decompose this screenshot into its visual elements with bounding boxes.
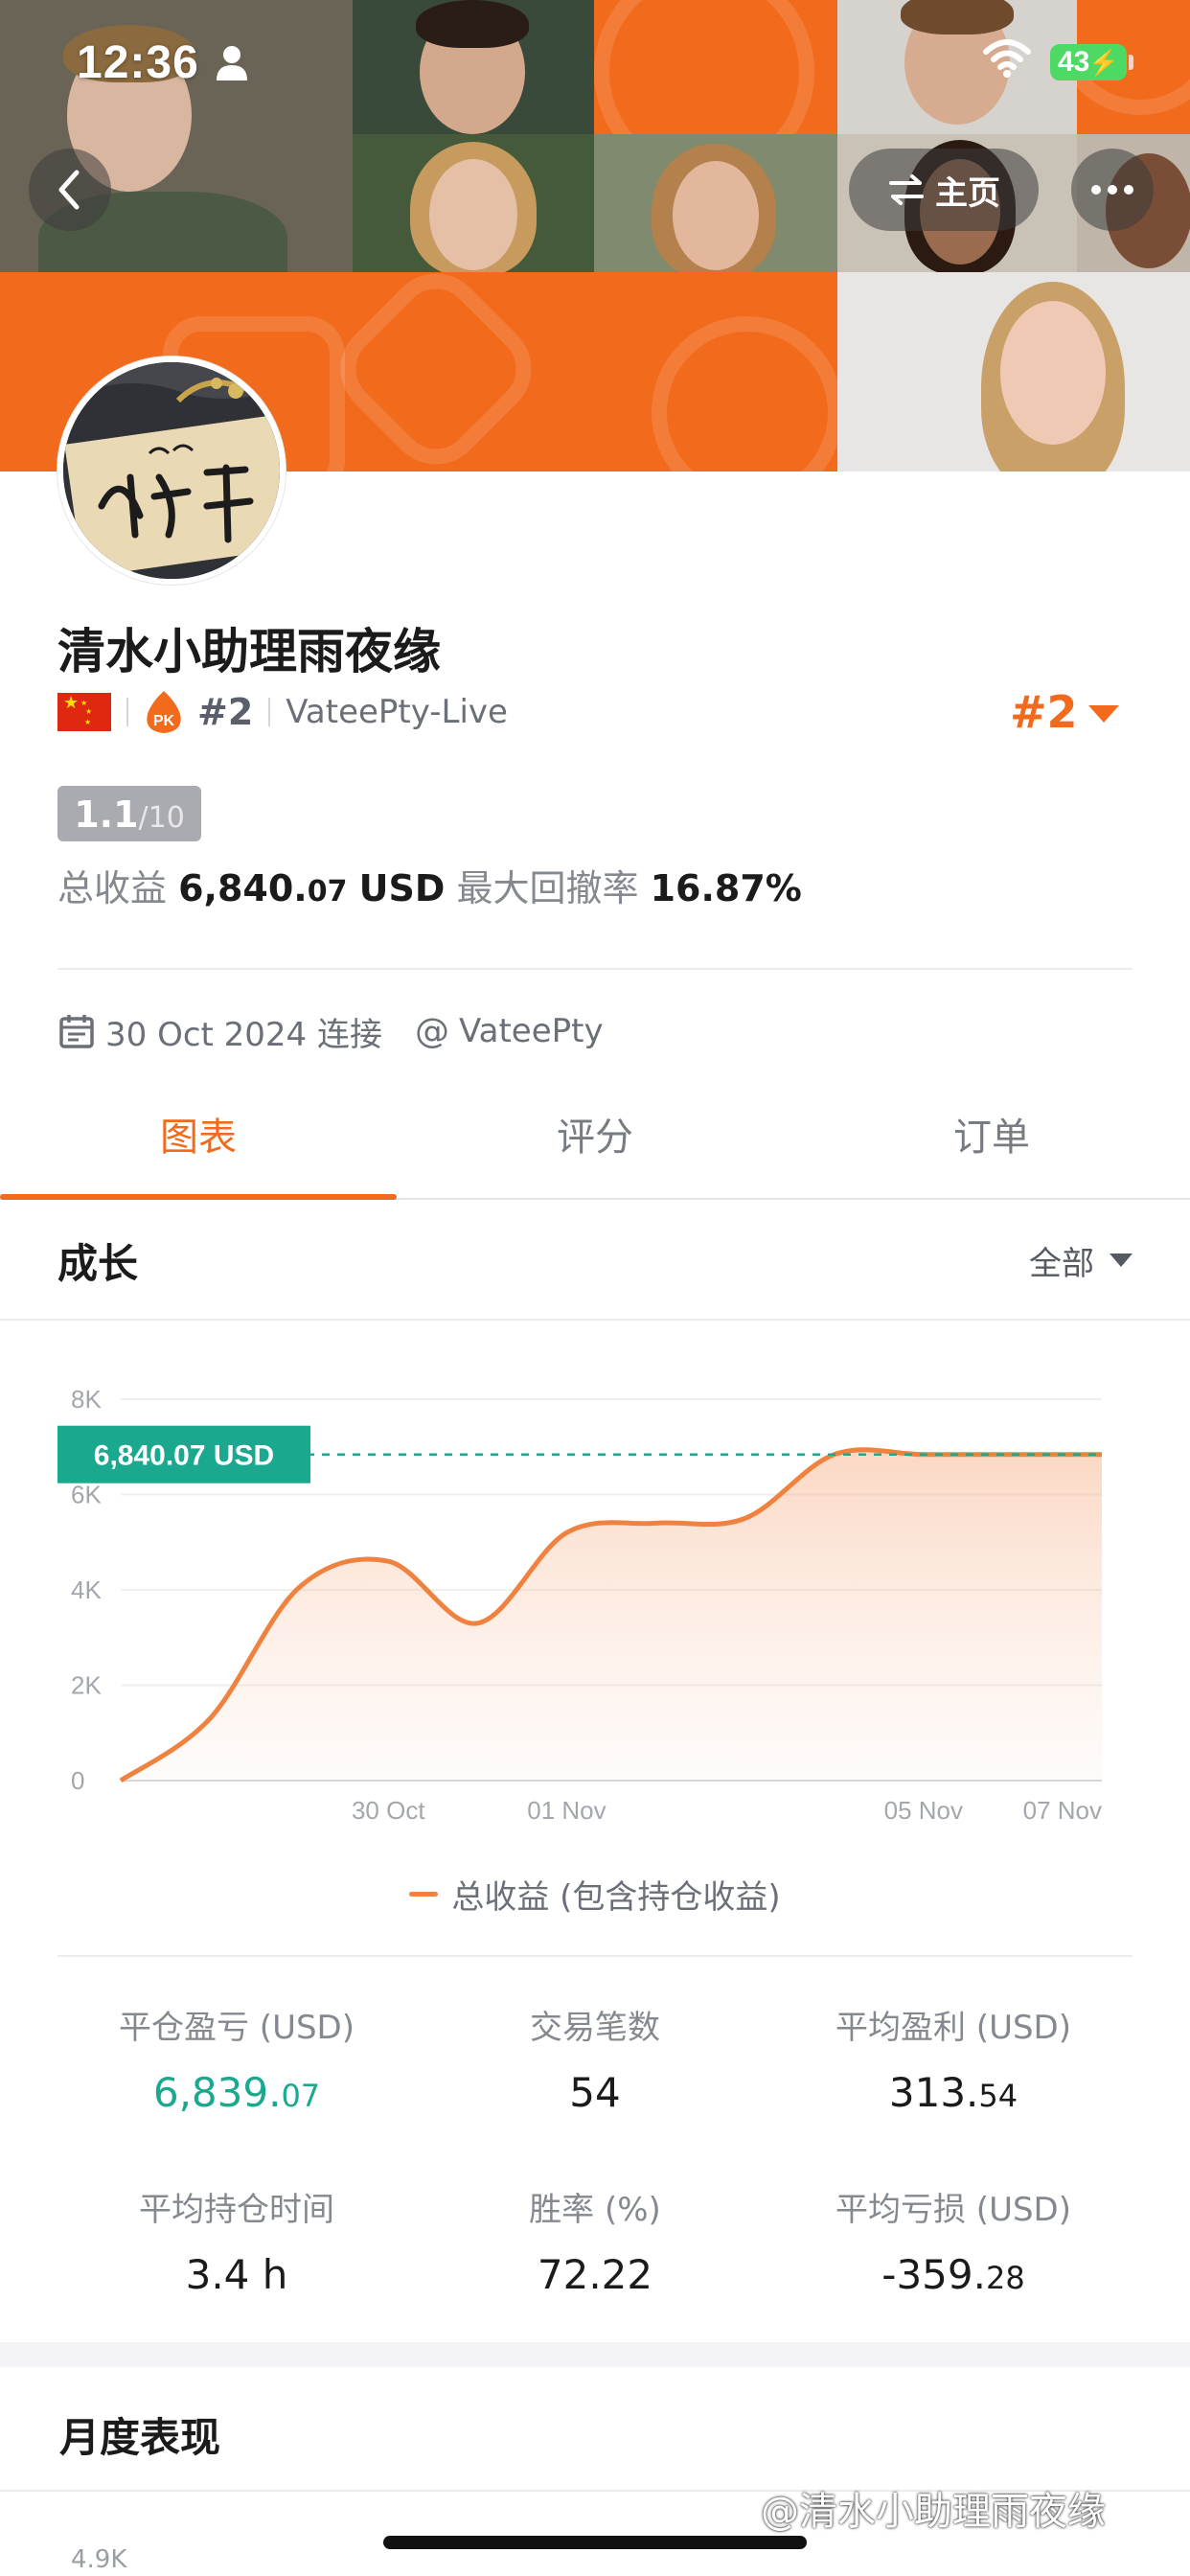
user-status-icon	[217, 46, 247, 80]
total-profit-label: 总收益	[57, 867, 168, 909]
profit-area	[121, 1449, 1102, 1781]
profile-divider	[57, 968, 1133, 970]
rank-number: #2	[197, 691, 254, 733]
charging-bolt-icon: ⚡	[1087, 48, 1119, 77]
range-filter[interactable]: 全部	[1029, 1237, 1133, 1284]
chart-legend: 总收益 (包含持仓收益)	[0, 1871, 1190, 1918]
y-tick-label: 0	[71, 1766, 84, 1795]
legend-swatch	[409, 1892, 439, 1897]
caret-down-icon	[1110, 1254, 1133, 1267]
china-flag-icon: ★ ★ ★ ★	[57, 693, 111, 731]
y-tick-label: 6K	[71, 1481, 102, 1509]
battery-level: 43	[1058, 46, 1090, 78]
avatar-calligraphy-image	[63, 362, 280, 579]
flag-star: ★	[63, 693, 80, 713]
watermark: @清水小助理雨夜缘	[761, 2490, 1106, 2534]
total-profit-unit: USD	[358, 867, 446, 909]
caret-down-icon[interactable]	[1088, 705, 1119, 723]
profile-meta: ★ ★ ★ ★ PK #2 VateePty-Live	[57, 686, 508, 738]
back-button[interactable]	[29, 149, 111, 231]
profile-name: 清水小助理雨夜缘	[57, 624, 441, 679]
current-value-label: 6,840.07 USD	[94, 1440, 274, 1472]
monthly-title: 月度表现	[59, 2414, 221, 2461]
cover-photo-5	[837, 0, 1077, 134]
pk-flame-icon[interactable]: PK	[144, 689, 184, 735]
swap-arrows-icon	[889, 174, 924, 205]
battery-tip	[1129, 55, 1133, 70]
monthly-axis-top: 4.9K	[71, 2545, 127, 2574]
switch-home-button[interactable]: 主页	[849, 149, 1039, 231]
x-tick-label: 30 Oct	[352, 1796, 425, 1825]
y-tick-label: 2K	[71, 1671, 102, 1700]
score-value: 1.1	[74, 794, 139, 836]
x-tick-label: 01 Nov	[527, 1796, 606, 1825]
score-badge: 1.1 /10	[57, 786, 201, 841]
divider	[126, 698, 128, 726]
chevron-left-icon	[58, 170, 80, 210]
max-drawdown-value: 16.87%	[650, 867, 802, 909]
home-label: 主页	[935, 173, 1000, 213]
connect-info: 30 Oct 2024 连接 @ VateePty	[57, 1004, 604, 1058]
stat-avg-profit: 平均盈利 (USD) 313.54	[835, 2009, 1071, 2116]
cover-photo-4	[594, 134, 837, 272]
stat-closed-pnl: 平仓盈亏 (USD) 6,839.07	[119, 2009, 355, 2116]
stat-win-rate: 胜率 (%) 72.22	[529, 2191, 661, 2298]
rank-dropdown-value[interactable]: #2	[1010, 686, 1078, 738]
calendar-icon	[59, 1015, 94, 1048]
x-tick-label: 05 Nov	[884, 1796, 963, 1825]
tab-chart[interactable]: 图表	[0, 1070, 397, 1200]
status-time: 12:36	[77, 37, 199, 88]
broker-name: VateePty	[459, 1012, 604, 1050]
cover-photo-8	[837, 272, 1190, 472]
divider	[268, 698, 271, 726]
tab-orders[interactable]: 订单	[793, 1070, 1190, 1198]
legend-divider	[57, 1955, 1133, 1957]
home-indicator[interactable]	[383, 2536, 807, 2549]
total-profit-value: 6,840.07	[178, 867, 348, 909]
profit-summary: 总收益 6,840.07 USD 最大回撤率 16.87%	[57, 859, 802, 911]
cover-photo-3	[353, 134, 594, 272]
more-button[interactable]	[1071, 149, 1154, 231]
max-drawdown-label: 最大回撤率	[456, 867, 639, 909]
stat-avg-hold-time: 平均持仓时间 3.4 h	[139, 2191, 334, 2298]
server-name: VateePty-Live	[286, 693, 508, 731]
section-gap	[0, 2342, 1190, 2367]
connect-date: 30 Oct 2024 连接	[105, 1015, 382, 1054]
score-max: /10	[138, 801, 185, 835]
growth-title: 成长	[57, 1239, 139, 1287]
cover-photo-2	[353, 0, 594, 134]
svg-text:PK: PK	[153, 713, 175, 729]
tab-bar: 图表 评分 订单	[0, 1070, 1190, 1200]
legend-label: 总收益 (包含持仓收益)	[451, 1878, 781, 1917]
stat-avg-loss: 平均亏损 (USD) -359.28	[835, 2191, 1071, 2298]
stat-trade-count: 交易笔数 54	[530, 2009, 660, 2116]
at-icon: @	[415, 1011, 449, 1051]
more-dots-icon	[1091, 185, 1133, 195]
y-tick-label: 8K	[71, 1385, 102, 1414]
y-tick-label: 4K	[71, 1576, 102, 1604]
range-filter-label: 全部	[1029, 1244, 1094, 1283]
growth-header: 成长 全部	[0, 1202, 1190, 1321]
tab-rating[interactable]: 评分	[397, 1070, 793, 1198]
battery-indicator: 43 ⚡	[1050, 44, 1127, 80]
x-tick-label: 07 Nov	[1023, 1796, 1102, 1825]
growth-chart: 0 2K 4K 6K 8K 30 Oct 01 Nov 05 Nov 07 Nov 6,840.0…	[57, 1385, 1102, 1825]
avatar[interactable]	[57, 356, 286, 585]
wifi-icon	[983, 39, 1031, 78]
